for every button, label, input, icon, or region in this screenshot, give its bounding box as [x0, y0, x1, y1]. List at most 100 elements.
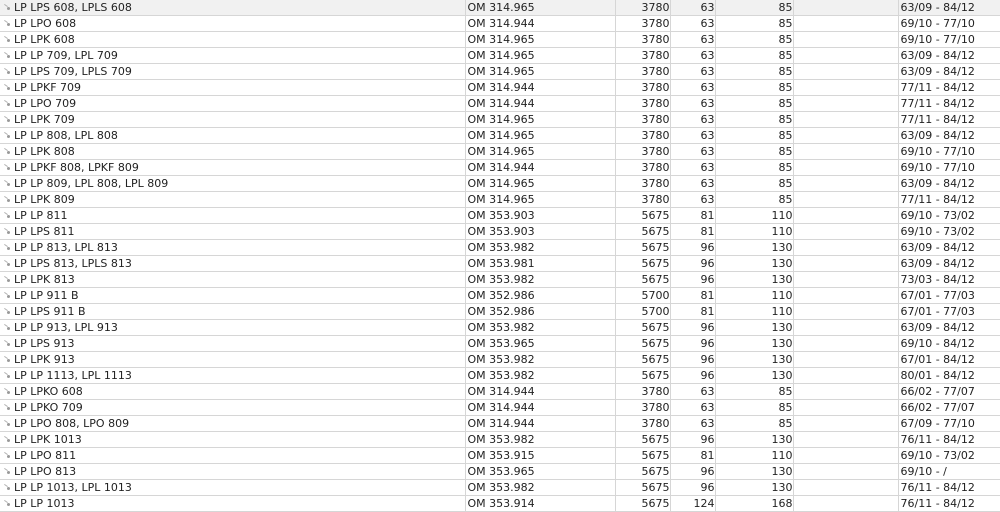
vehicle-name: LP LPO 709 — [14, 97, 77, 110]
engine-code-cell: OM 353.965 — [465, 335, 616, 352]
tree-node-icon — [2, 145, 11, 156]
vehicle-name-cell[interactable]: LP LPS 608, LPLS 608 — [0, 0, 466, 16]
table-row[interactable]: LP LP 911 B OM 352.986 5700 81 110 67/01… — [0, 287, 1000, 304]
table-row[interactable]: LP LP 811 OM 353.903 5675 81 110 69/10 -… — [0, 207, 1000, 224]
tree-node-icon — [2, 177, 11, 188]
kw-cell: 81 — [670, 303, 716, 320]
kw-cell: 96 — [670, 431, 716, 448]
vehicle-name-cell[interactable]: LP LPK 808 — [0, 143, 466, 160]
table-row[interactable]: LP LP 1013, LPL 1013 OM 353.982 5675 96 … — [0, 479, 1000, 496]
vehicle-name-cell[interactable]: LP LPK 913 — [0, 351, 466, 368]
production-years-cell: 77/11 - 84/12 — [898, 95, 1000, 112]
table-row[interactable]: LP LPK 808 OM 314.965 3780 63 85 69/10 -… — [0, 143, 1000, 160]
vehicle-name-cell[interactable]: LP LPK 813 — [0, 271, 466, 288]
table-row[interactable]: LP LPK 813 OM 353.982 5675 96 130 73/03 … — [0, 271, 1000, 288]
vehicle-name-cell[interactable]: LP LPK 809 — [0, 191, 466, 208]
engine-code-cell: OM 353.903 — [465, 223, 616, 240]
table-row[interactable]: LP LPKF 709 OM 314.944 3780 63 85 77/11 … — [0, 79, 1000, 96]
tree-node-icon — [2, 1, 11, 12]
table-row[interactable]: LP LPK 809 OM 314.965 3780 63 85 77/11 -… — [0, 191, 1000, 208]
vehicle-name-cell[interactable]: LP LP 911 B — [0, 287, 466, 304]
table-row[interactable]: LP LPS 608, LPLS 608 OM 314.965 3780 63 … — [0, 0, 1000, 16]
empty-cell — [793, 47, 899, 64]
vehicle-name-cell[interactable]: LP LPS 811 — [0, 223, 466, 240]
engine-code-cell: OM 353.982 — [465, 271, 616, 288]
table-row[interactable]: LP LPO 813 OM 353.965 5675 96 130 69/10 … — [0, 463, 1000, 480]
kw-cell: 63 — [670, 111, 716, 128]
vehicle-name-cell[interactable]: LP LPKF 808, LPKF 809 — [0, 159, 466, 176]
hp-cell: 85 — [715, 415, 794, 432]
vehicle-name-cell[interactable]: LP LP 1013, LPL 1013 — [0, 479, 466, 496]
table-row[interactable]: LP LP 1113, LPL 1113 OM 353.982 5675 96 … — [0, 367, 1000, 384]
vehicle-name-cell[interactable]: LP LPS 709, LPLS 709 — [0, 63, 466, 80]
table-row[interactable]: LP LPKO 709 OM 314.944 3780 63 85 66/02 … — [0, 399, 1000, 416]
vehicle-name: LP LP 1013 — [14, 497, 75, 510]
production-years-cell: 63/09 - 84/12 — [898, 127, 1000, 144]
table-row[interactable]: LP LPKO 608 OM 314.944 3780 63 85 66/02 … — [0, 383, 1000, 400]
hp-cell: 130 — [715, 271, 794, 288]
hp-cell: 130 — [715, 351, 794, 368]
vehicle-name-cell[interactable]: LP LPO 813 — [0, 463, 466, 480]
production-years-cell: 69/10 - 84/12 — [898, 335, 1000, 352]
table-row[interactable]: LP LP 913, LPL 913 OM 353.982 5675 96 13… — [0, 319, 1000, 336]
tree-node-icon — [2, 81, 11, 92]
hp-cell: 130 — [715, 255, 794, 272]
vehicle-name-cell[interactable]: LP LPS 913 — [0, 335, 466, 352]
table-row[interactable]: LP LPO 709 OM 314.944 3780 63 85 77/11 -… — [0, 95, 1000, 112]
table-row[interactable]: LP LPS 911 B OM 352.986 5700 81 110 67/0… — [0, 303, 1000, 320]
table-row[interactable]: LP LPK 913 OM 353.982 5675 96 130 67/01 … — [0, 351, 1000, 368]
engine-code-cell: OM 352.986 — [465, 287, 616, 304]
vehicle-name-cell[interactable]: LP LP 813, LPL 813 — [0, 239, 466, 256]
table-row[interactable]: LP LPO 808, LPO 809 OM 314.944 3780 63 8… — [0, 415, 1000, 432]
empty-cell — [793, 271, 899, 288]
vehicle-name-cell[interactable]: LP LPO 709 — [0, 95, 466, 112]
vehicle-name-cell[interactable]: LP LP 1113, LPL 1113 — [0, 367, 466, 384]
table-row[interactable]: LP LPKF 808, LPKF 809 OM 314.944 3780 63… — [0, 159, 1000, 176]
tree-node-icon — [2, 481, 11, 492]
table-row[interactable]: LP LPK 1013 OM 353.982 5675 96 130 76/11… — [0, 431, 1000, 448]
vehicle-name-cell[interactable]: LP LPK 1013 — [0, 431, 466, 448]
table-row[interactable]: LP LP 813, LPL 813 OM 353.982 5675 96 13… — [0, 239, 1000, 256]
vehicle-name-cell[interactable]: LP LPO 811 — [0, 447, 466, 464]
vehicle-name-cell[interactable]: LP LPS 813, LPLS 813 — [0, 255, 466, 272]
vehicle-name-cell[interactable]: LP LPKF 709 — [0, 79, 466, 96]
displacement-cell: 5675 — [615, 319, 671, 336]
tree-node-icon — [2, 417, 11, 428]
hp-cell: 130 — [715, 367, 794, 384]
table-row[interactable]: LP LP 1013 OM 353.914 5675 124 168 76/11… — [0, 495, 1000, 512]
vehicle-name-cell[interactable]: LP LP 808, LPL 808 — [0, 127, 466, 144]
vehicle-name: LP LP 813, LPL 813 — [14, 241, 118, 254]
table-row[interactable]: LP LP 808, LPL 808 OM 314.965 3780 63 85… — [0, 127, 1000, 144]
hp-cell: 110 — [715, 287, 794, 304]
table-row[interactable]: LP LPS 811 OM 353.903 5675 81 110 69/10 … — [0, 223, 1000, 240]
vehicle-name-cell[interactable]: LP LP 809, LPL 808, LPL 809 — [0, 175, 466, 192]
vehicle-name-cell[interactable]: LP LPS 911 B — [0, 303, 466, 320]
table-row[interactable]: LP LPS 813, LPLS 813 OM 353.981 5675 96 … — [0, 255, 1000, 272]
vehicle-name-cell[interactable]: LP LPKO 709 — [0, 399, 466, 416]
engine-code-cell: OM 314.965 — [465, 0, 616, 16]
table-row[interactable]: LP LPS 709, LPLS 709 OM 314.965 3780 63 … — [0, 63, 1000, 80]
vehicle-name-cell[interactable]: LP LPKO 608 — [0, 383, 466, 400]
table-row[interactable]: LP LPO 608 OM 314.944 3780 63 85 69/10 -… — [0, 15, 1000, 32]
table-row[interactable]: LP LPO 811 OM 353.915 5675 81 110 69/10 … — [0, 447, 1000, 464]
table-row[interactable]: LP LPK 709 OM 314.965 3780 63 85 77/11 -… — [0, 111, 1000, 128]
displacement-cell: 5675 — [615, 367, 671, 384]
table-row[interactable]: LP LP 709, LPL 709 OM 314.965 3780 63 85… — [0, 47, 1000, 64]
vehicle-name-cell[interactable]: LP LPK 608 — [0, 31, 466, 48]
vehicle-name-cell[interactable]: LP LP 811 — [0, 207, 466, 224]
vehicle-name-cell[interactable]: LP LP 1013 — [0, 495, 466, 512]
vehicle-name-cell[interactable]: LP LP 913, LPL 913 — [0, 319, 466, 336]
vehicle-name-cell[interactable]: LP LP 709, LPL 709 — [0, 47, 466, 64]
hp-cell: 85 — [715, 383, 794, 400]
vehicle-name-cell[interactable]: LP LPO 808, LPO 809 — [0, 415, 466, 432]
vehicle-name-cell[interactable]: LP LPK 709 — [0, 111, 466, 128]
vehicle-name-cell[interactable]: LP LPO 608 — [0, 15, 466, 32]
table-row[interactable]: LP LPK 608 OM 314.965 3780 63 85 69/10 -… — [0, 31, 1000, 48]
tree-node-icon — [2, 369, 11, 380]
hp-cell: 85 — [715, 0, 794, 16]
kw-cell: 63 — [670, 399, 716, 416]
empty-cell — [793, 463, 899, 480]
table-row[interactable]: LP LP 809, LPL 808, LPL 809 OM 314.965 3… — [0, 175, 1000, 192]
vehicle-table: LP LPS 608, LPLS 608 OM 314.965 3780 63 … — [0, 0, 1000, 512]
table-row[interactable]: LP LPS 913 OM 353.965 5675 96 130 69/10 … — [0, 335, 1000, 352]
